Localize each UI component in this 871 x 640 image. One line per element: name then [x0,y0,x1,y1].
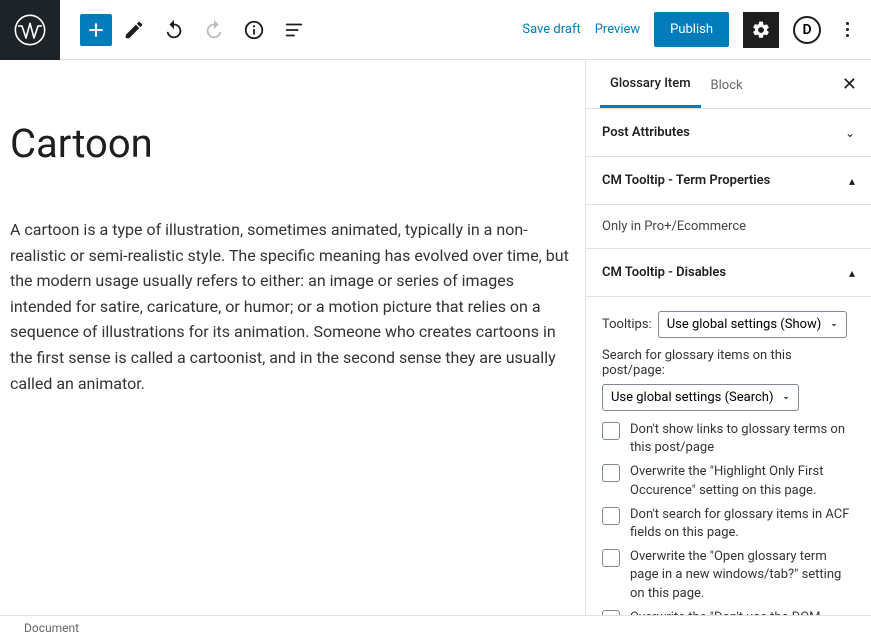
more-options-button[interactable] [835,22,859,37]
chevron-up-icon: ▴ [849,174,855,188]
cb-label: Don't search for glossary items in ACF f… [630,506,855,542]
tab-block[interactable]: Block [701,62,753,107]
list-view-icon[interactable] [276,12,312,48]
post-content[interactable]: A cartoon is a type of illustration, som… [10,217,570,396]
tooltips-select[interactable]: Use global settings (Show) [658,311,847,338]
cb-dont-show-links[interactable] [602,422,620,440]
panel-disables[interactable]: CM Tooltip - Disables ▴ [586,249,871,297]
info-icon[interactable] [236,12,272,48]
main: Cartoon A cartoon is a type of illustrat… [0,60,871,615]
panel-title: CM Tooltip - Disables [602,265,726,280]
preview-button[interactable]: Preview [595,22,640,37]
cb-acf-fields[interactable] [602,507,620,525]
settings-sidebar: Glossary Item Block ✕ Post Attributes ⌄ … [585,60,871,615]
term-properties-note: Only in Pro+/Ecommerce [586,205,871,249]
editor-topbar: Save draft Preview Publish D [0,0,871,60]
wordpress-logo[interactable] [0,0,60,60]
add-block-button[interactable] [80,14,112,46]
chevron-down-icon: ⌄ [845,126,855,140]
search-select[interactable]: Use global settings (Search) [602,384,799,411]
editor-canvas[interactable]: Cartoon A cartoon is a type of illustrat… [0,60,585,615]
sidebar-tabs: Glossary Item Block ✕ [586,60,871,109]
settings-button[interactable] [743,12,779,48]
edit-icon[interactable] [116,12,152,48]
cb-label: Overwrite the "Highlight Only First Occu… [630,463,855,499]
close-sidebar-button[interactable]: ✕ [842,74,857,95]
panel-title: Post Attributes [602,125,690,140]
d-circle-icon[interactable]: D [793,16,821,44]
save-draft-button[interactable]: Save draft [522,22,580,37]
panel-title: CM Tooltip - Term Properties [602,173,770,188]
cb-highlight-first[interactable] [602,464,620,482]
toolbar-left [60,12,522,48]
cb-label: Overwrite the "Open glossary term page i… [630,548,855,603]
tooltips-label: Tooltips: [602,317,652,332]
tab-glossary-item[interactable]: Glossary Item [600,60,701,108]
panel-post-attributes[interactable]: Post Attributes ⌄ [586,109,871,157]
publish-button[interactable]: Publish [654,12,729,47]
footer-breadcrumb[interactable]: Document [0,615,871,640]
panel-term-properties[interactable]: CM Tooltip - Term Properties ▴ [586,157,871,205]
cb-label: Don't show links to glossary terms on th… [630,421,855,457]
cb-open-new-tab[interactable] [602,549,620,567]
breadcrumb-label: Document [24,621,79,635]
search-label: Search for glossary items on this post/p… [602,348,855,378]
redo-button [196,12,232,48]
disables-body: Tooltips: Use global settings (Show) Sea… [586,297,871,615]
toolbar-right: Save draft Preview Publish D [522,12,871,48]
chevron-up-icon: ▴ [849,266,855,280]
undo-button[interactable] [156,12,192,48]
post-title[interactable]: Cartoon [10,120,575,167]
